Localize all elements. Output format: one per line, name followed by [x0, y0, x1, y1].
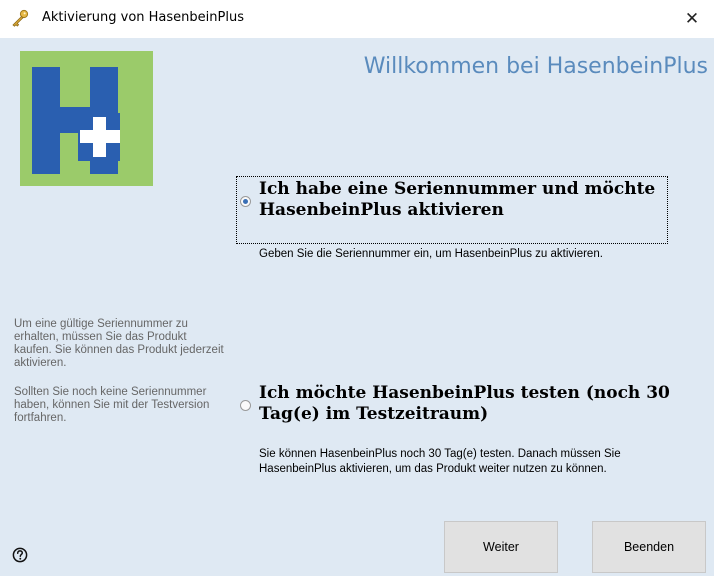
trial-option-description: Sie können HasenbeinPlus noch 30 Tag(e) …: [259, 448, 621, 475]
quit-button[interactable]: Beenden: [592, 521, 706, 573]
key-icon: [12, 9, 29, 27]
serial-option-radio[interactable]: [240, 196, 251, 207]
close-icon: ✕: [684, 9, 700, 29]
next-button[interactable]: Weiter: [444, 521, 558, 573]
trial-option-radio[interactable]: [240, 400, 251, 411]
window-title: Aktivierung von HasenbeinPlus: [42, 10, 244, 25]
title-bar: Aktivierung von HasenbeinPlus ✕: [0, 0, 714, 38]
hasenbeinplus-logo: [20, 51, 153, 186]
serial-option-label[interactable]: Ich habe eine Seriennummer und möchte Ha…: [259, 179, 669, 221]
serial-option-description: Geben Sie die Seriennummer ein, um Hasen…: [259, 248, 603, 260]
help-icon[interactable]: [12, 547, 28, 563]
trial-option-label[interactable]: Ich möchte HasenbeinPlus testen (noch 30…: [259, 383, 679, 425]
welcome-heading: Willkommen bei HasenbeinPlus: [363, 54, 708, 79]
trial-info-text: Sollten Sie noch keine Seriennummer habe…: [14, 386, 210, 424]
close-button[interactable]: ✕: [670, 0, 714, 38]
dialog-body: Willkommen bei HasenbeinPlus Ich habe ei…: [0, 38, 714, 576]
serial-info-text: Um eine gültige Seriennummer zu erhalten…: [14, 318, 224, 369]
